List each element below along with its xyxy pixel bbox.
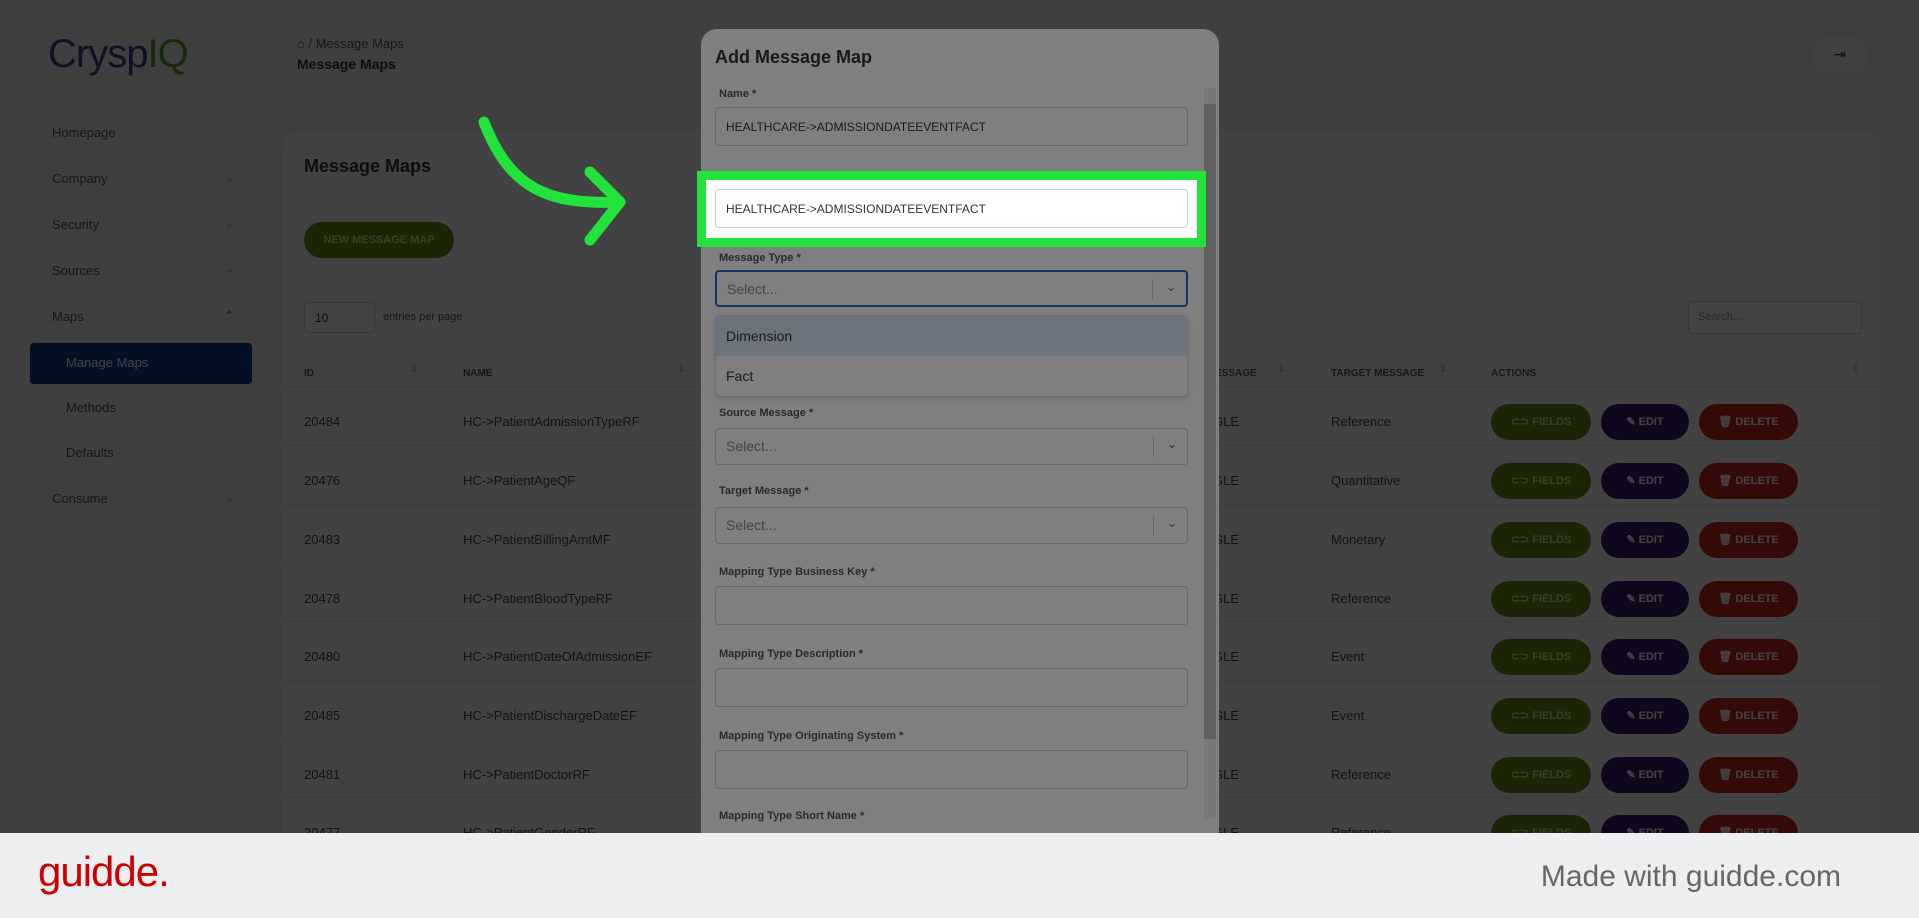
highlighted-input[interactable]: HEALTHCARE->ADMISSIONDATEEVENTFACT: [715, 189, 1188, 228]
arrow-icon: [478, 116, 626, 246]
made-with-text: Made with guidde.com: [1540, 860, 1841, 893]
guidde-logo: guidde.: [38, 848, 170, 895]
guide-overlay: [0, 0, 1919, 918]
